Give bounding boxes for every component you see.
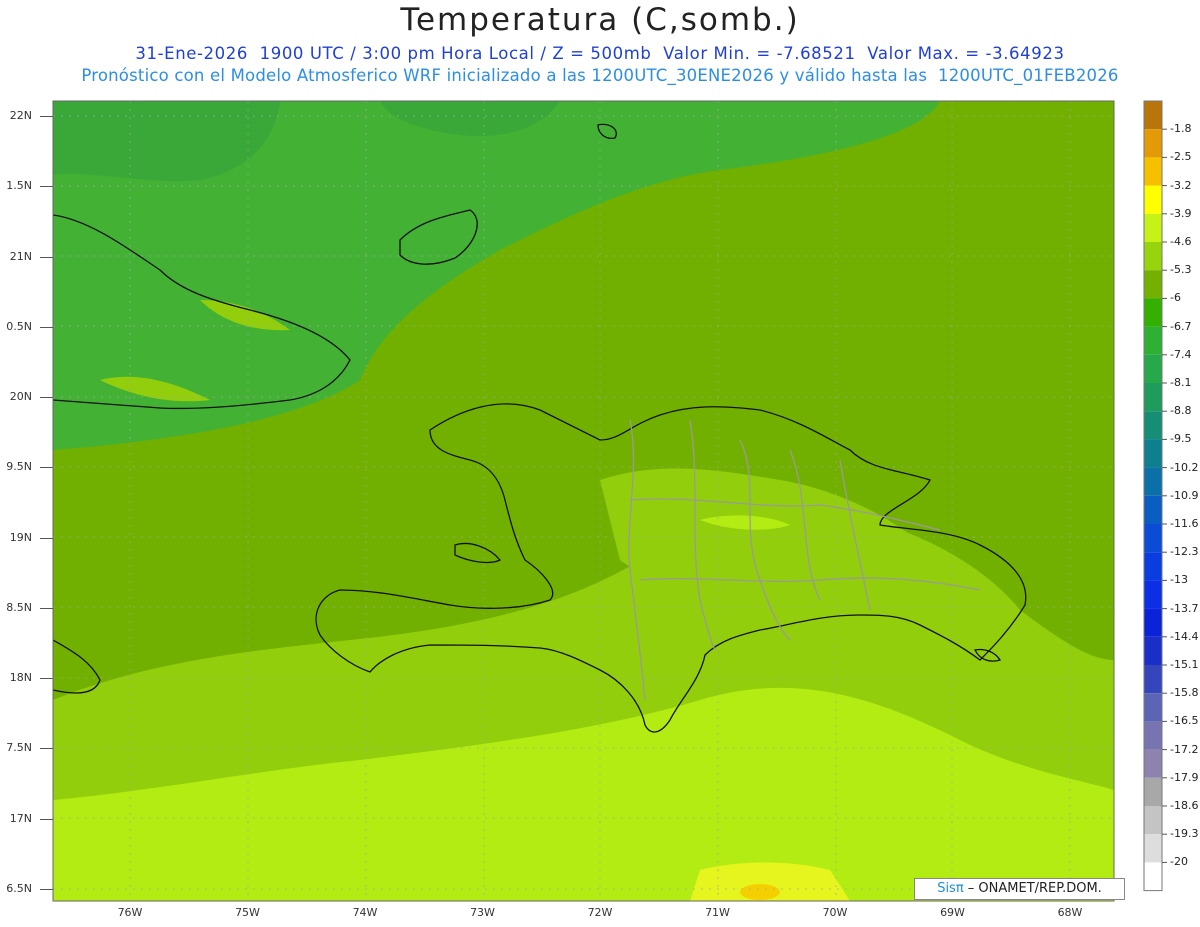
lat-tick	[40, 748, 53, 750]
colorbar-label: -10.2	[1170, 460, 1199, 474]
lat-tick	[40, 326, 53, 328]
lat-label: 17N	[9, 811, 32, 825]
colorbar-label: -14.4	[1170, 629, 1199, 643]
colorbar-label: -19.3	[1170, 827, 1199, 841]
colorbar-label: -2.5	[1170, 150, 1192, 164]
colorbar-label: -15.1	[1170, 658, 1199, 671]
colorbar-label: -10.9	[1170, 488, 1199, 502]
temperature-map	[52, 100, 1167, 902]
lat-label: 21N	[9, 249, 32, 263]
colorbar-swatch	[1144, 411, 1162, 440]
colorbar-swatch	[1144, 721, 1162, 750]
lat-tick	[40, 256, 53, 258]
colorbar-label: -11.6	[1170, 517, 1199, 530]
lat-label: 22N	[9, 109, 32, 122]
colorbar-swatch	[1144, 129, 1162, 158]
colorbar-swatch	[1144, 806, 1162, 835]
colorbar-label: -8.1	[1170, 376, 1192, 389]
colorbar-swatch	[1144, 693, 1162, 722]
lon-label: 72W	[587, 906, 613, 919]
lat-tick	[40, 607, 53, 609]
lat-label: 6.5N	[6, 881, 32, 895]
lat-label: 7.5N	[6, 741, 32, 755]
colorbar-label: -18.6	[1170, 799, 1199, 812]
colorbar-label: -4.6	[1170, 235, 1192, 248]
colorbar-label: -20	[1170, 855, 1188, 869]
colorbar-label: -1.8	[1170, 122, 1192, 136]
lon-label: 76W	[117, 906, 143, 919]
colorbar-label: -17.9	[1170, 770, 1199, 784]
lon-label: 74W	[352, 906, 378, 919]
lon-label: 69W	[940, 906, 965, 919]
colorbar-label: -9.5	[1170, 432, 1192, 446]
colorbar-swatch	[1144, 213, 1162, 242]
colorbar-swatch	[1144, 354, 1162, 383]
colorbar-swatch	[1144, 524, 1162, 553]
colorbar-swatch	[1144, 242, 1162, 271]
colorbar-swatch	[1144, 467, 1162, 496]
colorbar-swatch	[1144, 552, 1162, 581]
colorbar-swatch	[1144, 439, 1162, 468]
colorbar-label: -7.4	[1170, 347, 1192, 361]
colorbar-swatch	[1144, 326, 1162, 355]
lat-tick	[40, 186, 53, 188]
credit-text: – ONAMET/REP.DOM.	[963, 881, 1102, 896]
colorbar-swatch	[1144, 157, 1162, 186]
colorbar-swatch	[1144, 862, 1162, 891]
colorbar	[1143, 100, 1167, 892]
lat-tick	[40, 888, 53, 890]
lat-label: 1.5N	[6, 179, 32, 193]
colorbar-label: -13	[1170, 573, 1188, 587]
lat-tick	[40, 397, 53, 398]
colorbar-swatch	[1144, 185, 1162, 214]
lon-label: 70W	[822, 906, 848, 919]
lat-label: 0.5N	[6, 319, 32, 333]
lat-label: 19N	[9, 530, 32, 544]
colorbar-swatch	[1144, 665, 1162, 694]
colorbar-swatch	[1144, 834, 1162, 863]
lat-label: 9.5N	[6, 460, 32, 474]
lon-label: 71W	[705, 906, 730, 919]
colorbar-label: -6.7	[1170, 319, 1192, 333]
lat-tick	[40, 467, 53, 469]
lat-tick	[40, 116, 53, 117]
colorbar-label: -3.9	[1170, 206, 1192, 220]
lon-label: 75W	[235, 906, 260, 919]
colorbar-swatch	[1144, 101, 1162, 130]
colorbar-label: -3.2	[1170, 178, 1192, 192]
colorbar-swatch	[1144, 608, 1162, 637]
lon-label: 68W	[1057, 906, 1083, 919]
lat-tick	[40, 537, 53, 539]
colorbar-swatch	[1144, 580, 1162, 609]
colorbar-label: -13.7	[1170, 601, 1199, 615]
colorbar-label: -15.8	[1170, 686, 1199, 700]
colorbar-label: -12.3	[1170, 545, 1199, 559]
colorbar-label: -17.2	[1170, 742, 1199, 756]
colorbar-swatch	[1144, 777, 1162, 806]
colorbar-swatch	[1144, 383, 1162, 412]
lat-label: 8.5N	[6, 600, 32, 614]
colorbar-swatch	[1144, 636, 1162, 665]
colorbar-swatch	[1144, 495, 1162, 524]
lon-label: 73W	[470, 906, 495, 919]
colorbar-swatch	[1144, 749, 1162, 778]
lat-tick	[40, 818, 53, 820]
lat-label: 20N	[9, 390, 32, 403]
colorbar-label: -16.5	[1170, 714, 1199, 728]
colorbar-label: -8.8	[1170, 404, 1192, 418]
colorbar-label: -5.3	[1170, 263, 1192, 277]
field-region-hot-spot	[740, 884, 780, 900]
credit-logo: Sisπ	[937, 881, 964, 896]
colorbar-swatch	[1144, 298, 1162, 327]
shaded-field	[53, 101, 1114, 901]
credit-box: Sisπ – ONAMET/REP.DOM.	[914, 878, 1125, 900]
lat-tick	[40, 678, 53, 679]
colorbar-swatch	[1144, 270, 1162, 299]
lat-label: 18N	[9, 671, 32, 684]
colorbar-label: -6	[1170, 291, 1181, 305]
